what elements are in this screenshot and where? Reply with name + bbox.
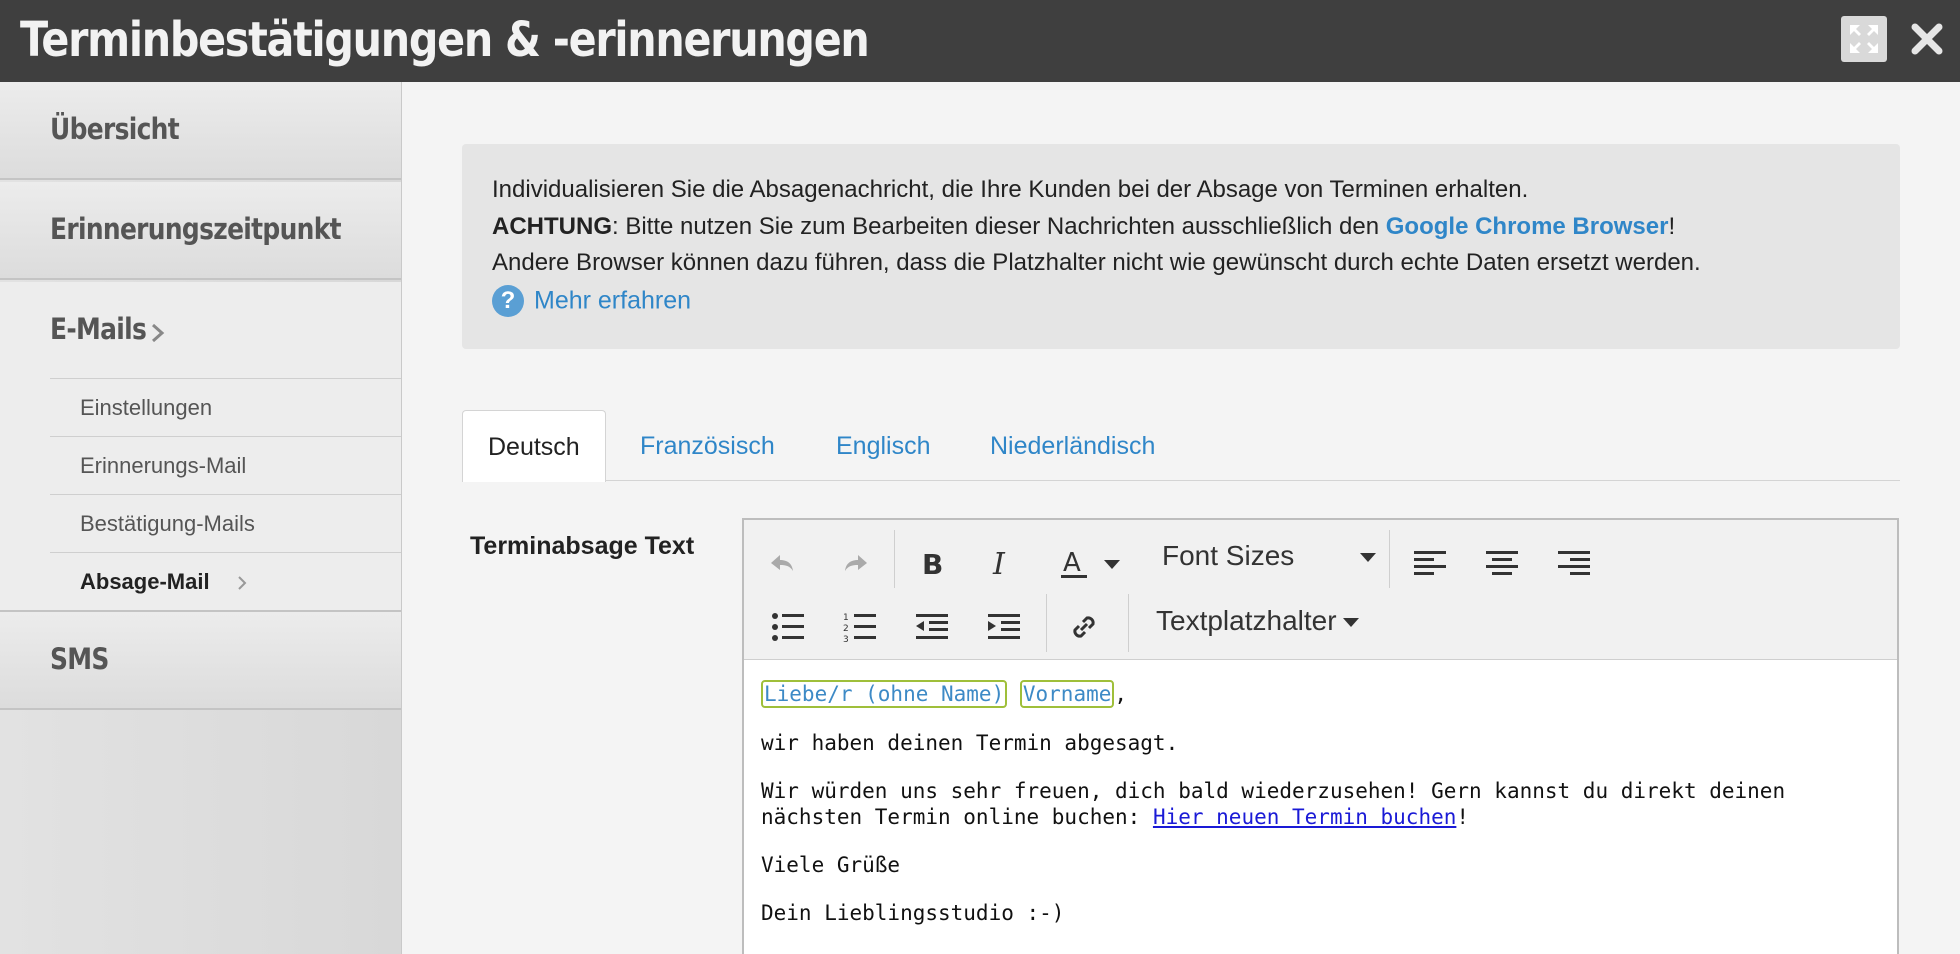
svg-text:1: 1 bbox=[843, 613, 849, 623]
undo-button[interactable] bbox=[760, 542, 804, 586]
sidebar-subitem-label: Bestätigung-Mails bbox=[80, 511, 255, 536]
more-info[interactable]: ? Mehr erfahren bbox=[492, 285, 691, 317]
info-text: : Bitte nutzen Sie zum Bearbeiten dieser… bbox=[612, 213, 1386, 240]
text-placeholder-label: Textplatzhalter bbox=[1156, 605, 1337, 636]
toolbar-separator bbox=[1046, 594, 1047, 652]
toolbar-separator bbox=[894, 530, 895, 588]
maximize-icon bbox=[1850, 25, 1878, 53]
sidebar-item-sms[interactable]: SMS bbox=[0, 612, 401, 710]
title-bar: Terminbestätigungen & -erinnerungen bbox=[0, 0, 1960, 82]
greeting-line: Liebe/r (ohne Name) Vorname, bbox=[761, 680, 1881, 708]
redo-icon bbox=[845, 555, 867, 571]
sidebar-subitem-label: Einstellungen bbox=[80, 395, 213, 420]
chrome-browser-link[interactable]: Google Chrome Browser bbox=[1386, 213, 1669, 240]
svg-text:B: B bbox=[922, 549, 943, 579]
chevron-down-icon bbox=[1104, 559, 1120, 569]
chevron-right-icon bbox=[238, 576, 247, 590]
numbered-list-button[interactable]: 123 bbox=[838, 605, 882, 649]
bullet-list-icon bbox=[772, 613, 804, 641]
sidebar-item-label: E-Mails bbox=[50, 312, 147, 346]
sidebar: Übersicht Erinnerungszeitpunkt E-Mails E… bbox=[0, 82, 402, 954]
toolbar-separator bbox=[1128, 594, 1129, 652]
close-icon bbox=[1911, 23, 1943, 55]
svg-text:2: 2 bbox=[843, 624, 849, 634]
maximize-button[interactable] bbox=[1841, 16, 1887, 62]
sidebar-subitem-absage-mail[interactable]: Absage-Mail bbox=[50, 552, 401, 610]
text-color-button[interactable]: A bbox=[1052, 542, 1096, 586]
align-center-icon bbox=[1486, 551, 1518, 575]
comma: , bbox=[1114, 682, 1128, 706]
svg-text:A: A bbox=[1063, 548, 1081, 578]
editor-content[interactable]: Liebe/r (ohne Name) Vorname, wir haben d… bbox=[761, 680, 1881, 948]
field-label: Terminabsage Text bbox=[470, 532, 695, 560]
sidebar-item-label: Übersicht bbox=[50, 112, 180, 146]
info-text-end: ! bbox=[1668, 213, 1676, 240]
outdent-icon bbox=[916, 614, 948, 639]
sidebar-item-label: Erinnerungszeitpunkt bbox=[50, 212, 342, 246]
paragraph-2-end: ! bbox=[1456, 805, 1470, 829]
sidebar-subitem-bestaetigung-mails[interactable]: Bestätigung-Mails bbox=[50, 494, 401, 552]
tab-englisch[interactable]: Englisch bbox=[836, 410, 931, 482]
tab-niederlaendisch[interactable]: Niederländisch bbox=[990, 410, 1155, 482]
italic-button[interactable]: I bbox=[980, 542, 1024, 586]
text-color-icon: A bbox=[1061, 548, 1087, 578]
info-line-3: Andere Browser können dazu führen, dass … bbox=[492, 249, 1701, 276]
sidebar-subitem-einstellungen[interactable]: Einstellungen bbox=[50, 378, 401, 436]
font-sizes-select[interactable]: Font Sizes bbox=[1162, 540, 1377, 572]
paragraph-4: Dein Lieblingsstudio :-) bbox=[761, 901, 1065, 925]
sidebar-item-label: SMS bbox=[50, 642, 109, 676]
indent-button[interactable] bbox=[982, 605, 1026, 649]
align-left-button[interactable] bbox=[1408, 542, 1452, 586]
font-sizes-label: Font Sizes bbox=[1162, 540, 1295, 571]
rich-text-editor: B I A Font Sizes 123 Textplatzhalter Lie… bbox=[742, 518, 1899, 954]
sidebar-item-erinnerungszeitpunkt[interactable]: Erinnerungszeitpunkt bbox=[0, 182, 401, 280]
toolbar-separator bbox=[1389, 530, 1390, 588]
tab-franzoesisch[interactable]: Französisch bbox=[640, 410, 775, 482]
svg-text:I: I bbox=[992, 549, 1006, 579]
align-right-button[interactable] bbox=[1552, 542, 1596, 586]
outdent-button[interactable] bbox=[910, 605, 954, 649]
info-line-1: Individualisieren Sie die Absagenachrich… bbox=[492, 176, 1529, 203]
indent-icon bbox=[988, 614, 1020, 639]
placeholder-firstname[interactable]: Vorname bbox=[1019, 680, 1115, 708]
paragraph-3: Viele Grüße bbox=[761, 853, 901, 877]
text-placeholder-menu[interactable]: Textplatzhalter bbox=[1156, 605, 1359, 637]
tab-deutsch[interactable]: Deutsch bbox=[462, 410, 606, 482]
chevron-down-icon bbox=[1342, 618, 1359, 628]
placeholder-salutation[interactable]: Liebe/r (ohne Name) bbox=[761, 680, 1008, 708]
chevron-down-icon bbox=[1360, 553, 1377, 563]
editor-toolbar: B I A Font Sizes 123 Textplatzhalter bbox=[744, 520, 1897, 660]
align-left-icon bbox=[1414, 551, 1446, 575]
sidebar-item-uebersicht[interactable]: Übersicht bbox=[0, 82, 401, 180]
sidebar-subitem-label: Erinnerungs-Mail bbox=[80, 453, 247, 478]
info-line-2: ACHTUNG: Bitte nutzen Sie zum Bearbeiten… bbox=[492, 213, 1675, 241]
achtung-label: ACHTUNG bbox=[492, 213, 612, 240]
more-link[interactable]: Mehr erfahren bbox=[534, 287, 691, 315]
svg-text:3: 3 bbox=[843, 635, 849, 642]
text-color-dropdown[interactable] bbox=[1100, 542, 1124, 586]
sidebar-item-emails[interactable]: E-Mails Einstellungen Erinnerungs-Mail B… bbox=[0, 282, 401, 612]
bullet-list-button[interactable] bbox=[766, 605, 810, 649]
align-center-button[interactable] bbox=[1480, 542, 1524, 586]
bold-button[interactable]: B bbox=[908, 542, 952, 586]
link-icon bbox=[1073, 616, 1095, 638]
bold-icon: B bbox=[922, 549, 943, 579]
align-right-icon bbox=[1558, 551, 1590, 575]
redo-button[interactable] bbox=[834, 542, 878, 586]
window-title: Terminbestätigungen & -erinnerungen bbox=[20, 12, 870, 68]
numbered-list-icon: 123 bbox=[843, 613, 876, 642]
italic-icon: I bbox=[992, 549, 1006, 579]
close-button[interactable] bbox=[1904, 16, 1950, 62]
insert-link-button[interactable] bbox=[1062, 605, 1106, 649]
help-icon[interactable]: ? bbox=[492, 285, 524, 317]
info-box: Individualisieren Sie die Absagenachrich… bbox=[462, 144, 1900, 349]
sidebar-subitem-erinnerungs-mail[interactable]: Erinnerungs-Mail bbox=[50, 436, 401, 494]
booking-link[interactable]: Hier neuen Termin buchen bbox=[1153, 805, 1456, 829]
undo-icon bbox=[771, 555, 793, 571]
paragraph-1: wir haben deinen Termin abgesagt. bbox=[761, 731, 1179, 755]
sidebar-subitem-label: Absage-Mail bbox=[80, 569, 210, 594]
chevron-right-icon bbox=[152, 323, 165, 343]
paragraph-2: Wir würden uns sehr freuen, dich bald wi… bbox=[761, 778, 1881, 830]
